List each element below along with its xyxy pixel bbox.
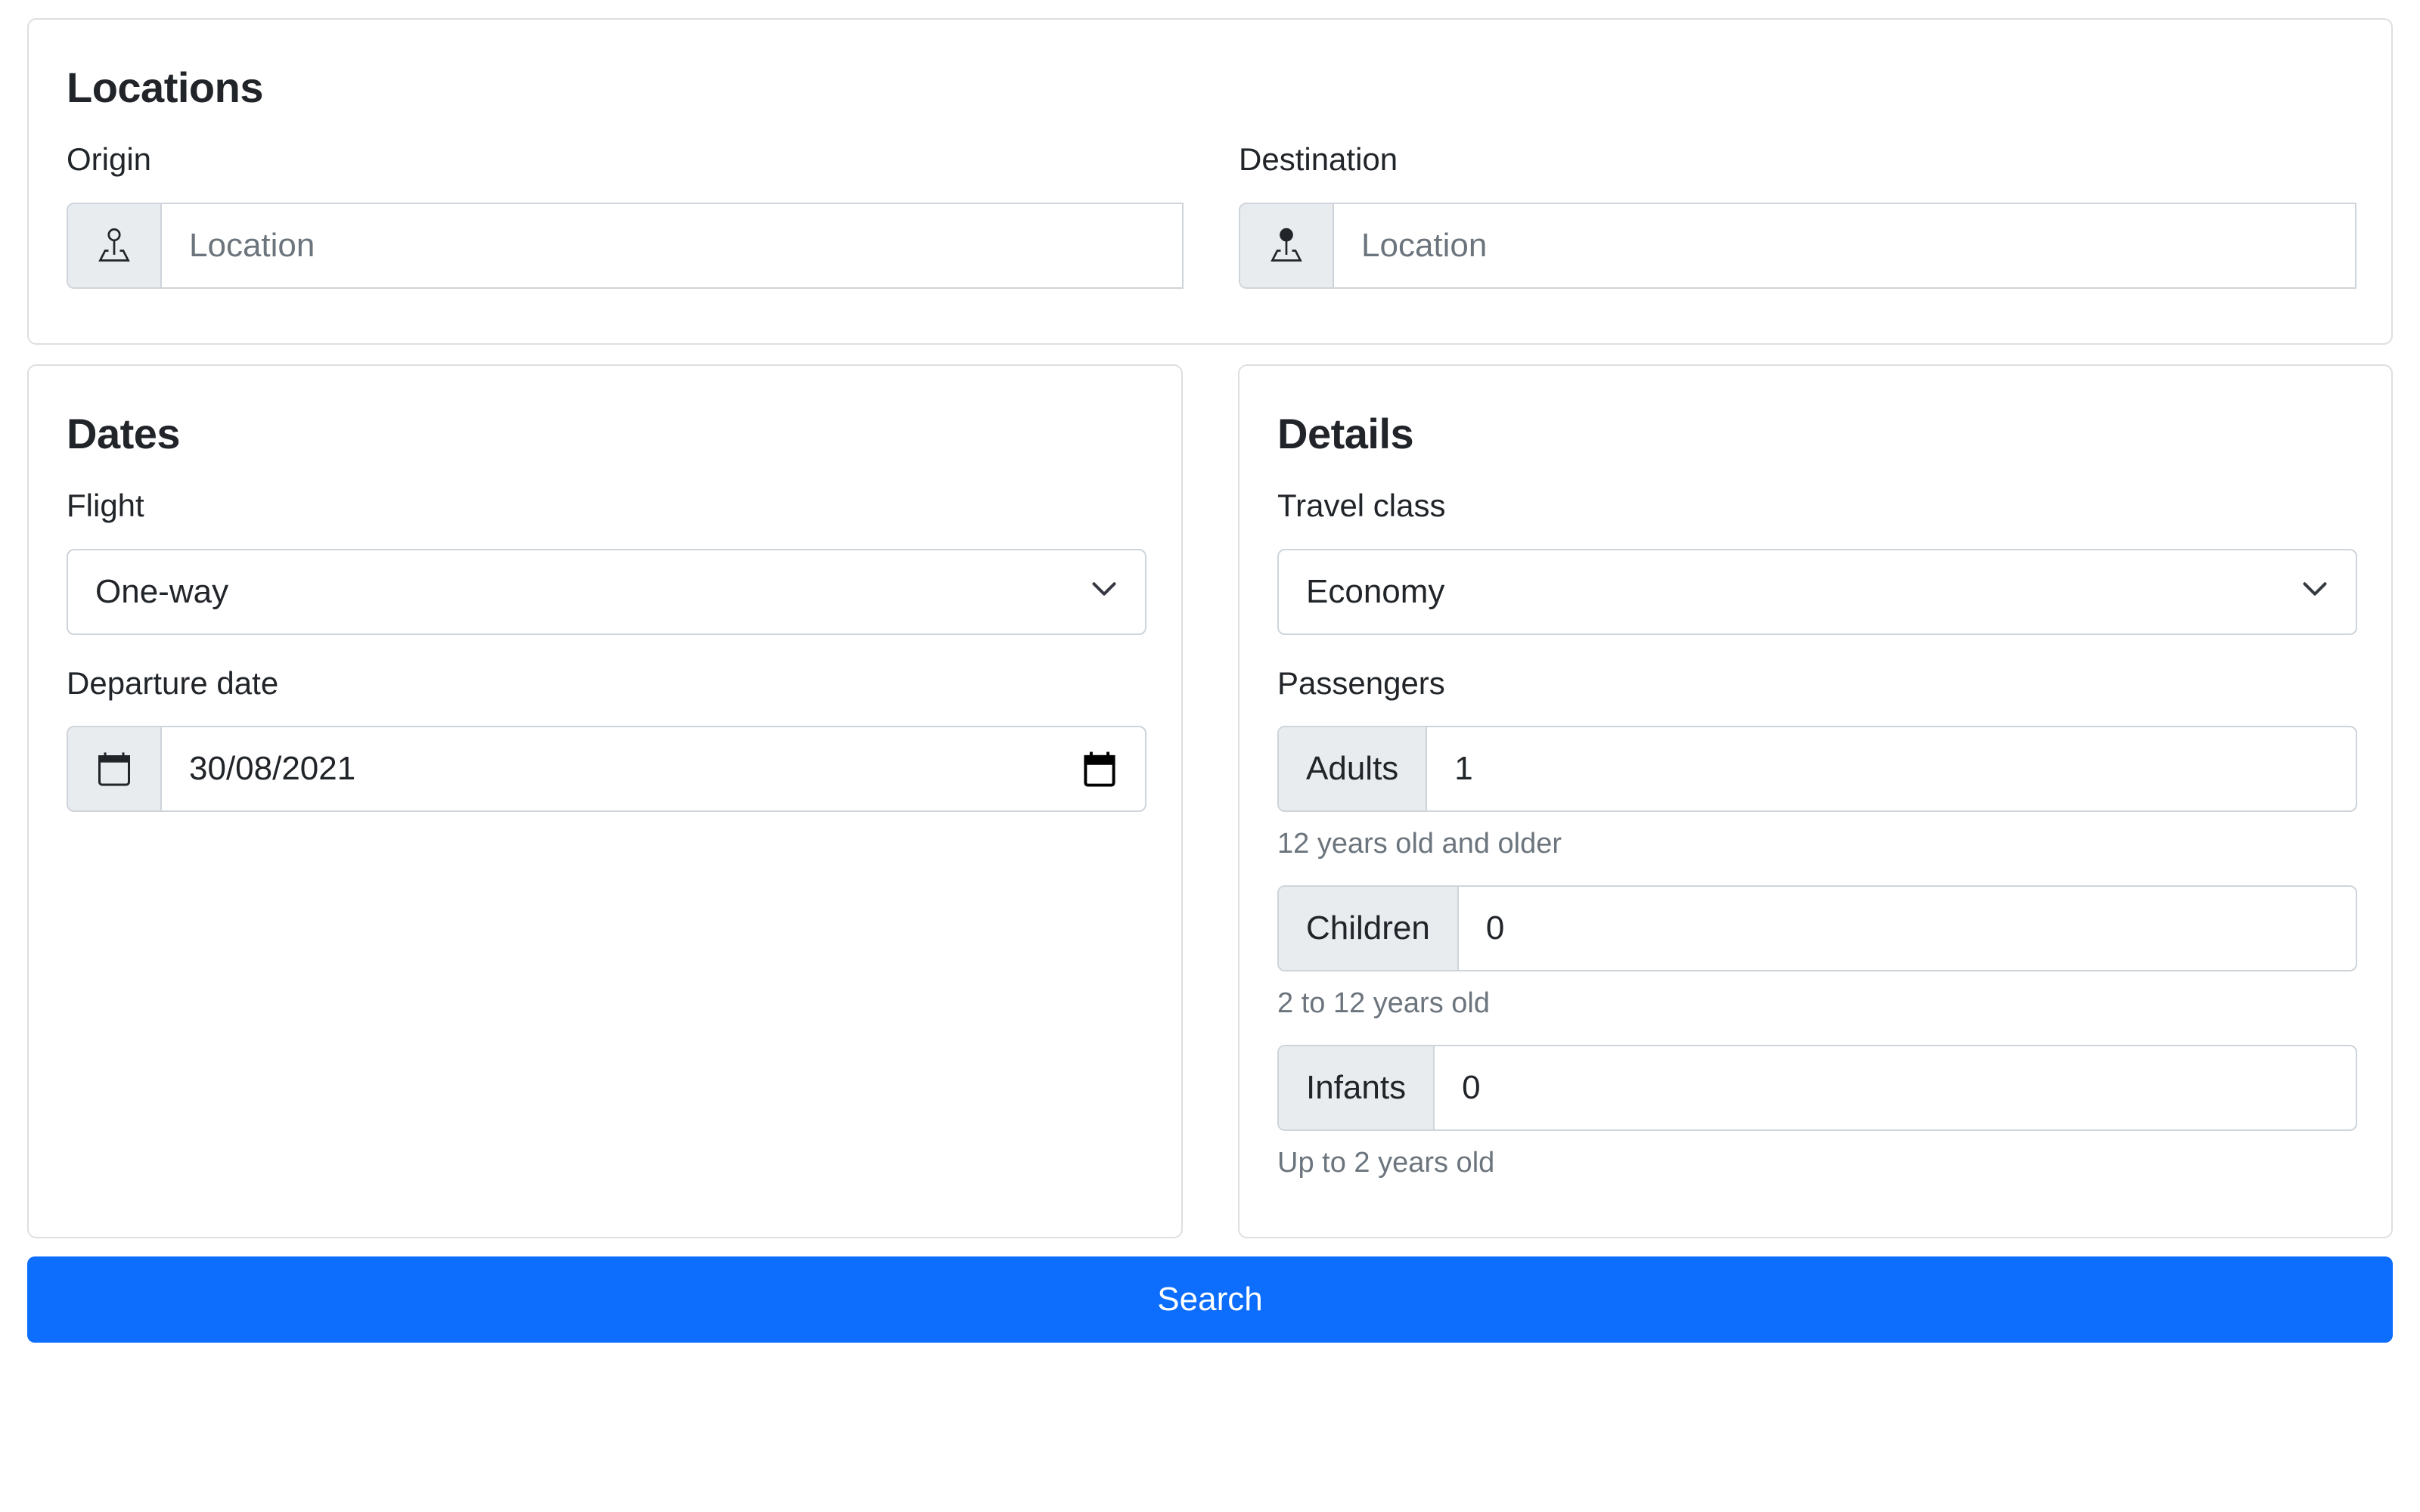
flight-select[interactable]: One-way <box>67 549 1146 635</box>
dates-title: Dates <box>67 410 181 457</box>
pin-map-fill-icon <box>1240 204 1334 287</box>
adults-input[interactable] <box>1427 727 2356 810</box>
origin-input[interactable] <box>162 204 1182 287</box>
children-label: Children <box>1279 887 1459 970</box>
infants-label: Infants <box>1279 1046 1435 1129</box>
children-input[interactable] <box>1458 887 2356 970</box>
destination-input-group <box>1239 203 2356 289</box>
travel-class-select[interactable]: Economy <box>1277 549 2357 635</box>
destination-label: Destination <box>1239 141 1398 177</box>
departure-date-group: 30/08/2021 <box>67 726 1146 812</box>
departure-date-value: 30/08/2021 <box>189 750 356 787</box>
passengers-label: Passengers <box>1277 665 1445 701</box>
travel-class-value: Economy <box>1306 573 1445 610</box>
departure-date-input[interactable]: 30/08/2021 <box>162 727 1145 810</box>
locations-title: Locations <box>67 64 263 111</box>
travel-class-label: Travel class <box>1277 488 1446 523</box>
details-card: Details Travel class Economy Passengers … <box>1238 364 2393 1238</box>
pin-map-icon <box>68 204 162 287</box>
dates-card: Dates Flight One-way Departure date 30/0… <box>27 364 1183 1238</box>
adults-help-text: 12 years old and older <box>1277 828 1562 860</box>
origin-input-group <box>67 203 1184 289</box>
destination-input[interactable] <box>1334 204 2355 287</box>
infants-help-text: Up to 2 years old <box>1277 1147 1495 1179</box>
adults-label: Adults <box>1279 727 1428 810</box>
infants-input[interactable] <box>1435 1046 2356 1129</box>
children-input-group: Children <box>1277 885 2357 971</box>
locations-card: Locations Origin Destination <box>27 18 2393 345</box>
calendar-icon <box>68 727 162 810</box>
calendar-fill-icon[interactable] <box>1081 749 1118 789</box>
children-help-text: 2 to 12 years old <box>1277 987 1490 1019</box>
chevron-down-icon <box>2301 573 2328 611</box>
adults-input-group: Adults <box>1277 726 2357 812</box>
chevron-down-icon <box>1091 573 1118 611</box>
details-title: Details <box>1277 410 1414 457</box>
flight-label: Flight <box>67 488 144 523</box>
infants-input-group: Infants <box>1277 1045 2357 1131</box>
flight-select-value: One-way <box>95 573 229 610</box>
origin-label: Origin <box>67 141 152 177</box>
search-button[interactable]: Search <box>27 1256 2393 1343</box>
departure-date-label: Departure date <box>67 665 279 701</box>
